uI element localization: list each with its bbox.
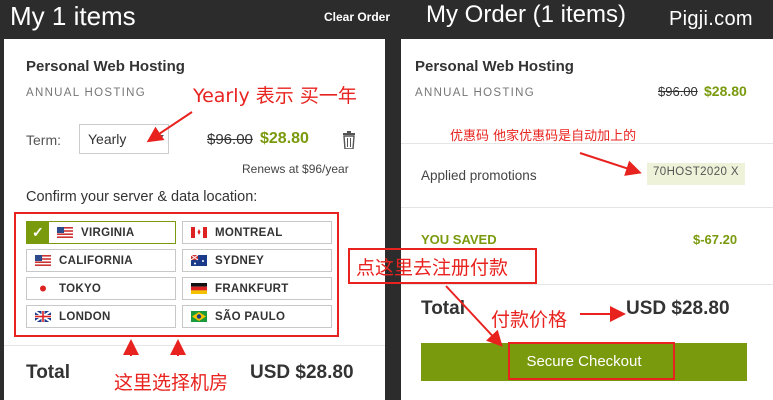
checkout-note-box: [348, 248, 537, 284]
promo-code-badge[interactable]: 70HOST2020 X: [647, 163, 745, 185]
divider: [401, 207, 773, 208]
term-select-value: Yearly: [88, 131, 127, 147]
product-name: Personal Web Hosting: [415, 58, 574, 75]
total-value: USD $28.80: [626, 298, 730, 319]
watermark: Pigji.com: [669, 8, 753, 30]
total-value: USD $28.80: [250, 362, 354, 383]
checkout-button-box: [508, 342, 675, 380]
term-label: Term:: [26, 132, 61, 148]
product-type: ANNUAL HOSTING: [26, 87, 147, 99]
total-label: Total: [421, 298, 465, 319]
total-label: Total: [26, 362, 70, 383]
annotation-yearly: Yearly 表示 买一年: [193, 85, 357, 107]
term-select[interactable]: Yearly: [79, 124, 169, 154]
product-type: ANNUAL HOSTING: [415, 87, 536, 99]
location-highlight-box: [14, 212, 339, 337]
discounted-price: $28.80: [260, 130, 309, 147]
original-price: $96.00: [658, 84, 698, 99]
left-panel-title: My 1 items: [10, 1, 136, 31]
renewal-note: Renews at $96/year: [242, 162, 349, 176]
divider: [4, 345, 385, 346]
annotation-price: 付款价格: [491, 309, 568, 331]
discounted-price: $28.80: [704, 83, 747, 99]
original-price: $96.00: [207, 131, 253, 148]
divider: [401, 284, 773, 285]
annotation-promo: 优惠码 他家优惠码是自动加上的: [450, 129, 637, 144]
trash-icon[interactable]: [342, 131, 356, 149]
location-prompt: Confirm your server & data location:: [26, 189, 258, 205]
applied-promotions-label: Applied promotions: [421, 168, 537, 183]
annotation-location: 这里选择机房: [114, 372, 229, 394]
you-saved-label: YOU SAVED: [421, 232, 497, 247]
right-panel-title: My Order (1 items): [426, 1, 627, 28]
clear-order-link[interactable]: Clear Order: [324, 10, 390, 24]
you-saved-value: $-67.20: [693, 232, 738, 247]
product-name: Personal Web Hosting: [26, 58, 185, 75]
chevron-down-icon: [156, 135, 164, 140]
